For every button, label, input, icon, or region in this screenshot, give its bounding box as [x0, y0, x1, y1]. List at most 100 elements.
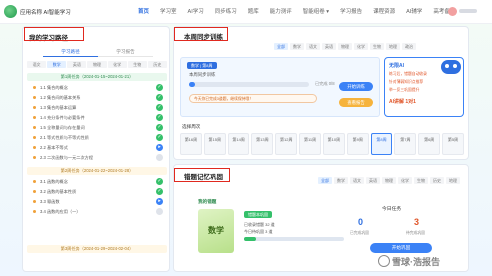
week-tab[interactable]: 第14周 — [227, 133, 250, 155]
avatar[interactable] — [448, 7, 457, 16]
list-item[interactable]: 1.4 充分条件与必要条件 ✓ — [27, 113, 167, 122]
week-tab-active[interactable]: 第8周 — [370, 133, 393, 155]
chip-subject[interactable]: 全部 — [318, 177, 332, 184]
watermark-text: 雪球·浩报告 — [392, 257, 440, 267]
week-tab[interactable]: 第16周 — [180, 133, 202, 155]
week-tab[interactable]: 第11周 — [299, 133, 321, 155]
list-item[interactable]: 1.5 全称量词与存在量词 ✓ — [27, 123, 167, 132]
chip-subject[interactable]: 物理 — [382, 177, 396, 184]
list-item[interactable]: 1.1 集合的概念 ✓ — [27, 83, 167, 92]
chip-subject[interactable]: 物理 — [338, 43, 352, 50]
week-tab[interactable]: 第13周 — [251, 133, 274, 155]
bullet-icon — [33, 190, 36, 193]
chip-subject[interactable]: 化学 — [354, 43, 368, 50]
list-item[interactable]: 2.3 二次函数与一元二次方程 — [27, 153, 167, 162]
weeks-label: 选择周次 — [182, 124, 201, 129]
chip-subject[interactable]: 化学 — [107, 61, 127, 68]
user-name-placeholder[interactable] — [459, 9, 477, 13]
watermark-icon — [378, 255, 390, 267]
week-tab[interactable]: 第10周 — [322, 133, 345, 155]
nav-ai-tutor[interactable]: AI辅学 — [406, 7, 422, 15]
chip-subject[interactable]: 生物 — [370, 43, 384, 50]
list-item[interactable]: 3.2 函数的基本性质 ✓ — [27, 187, 167, 196]
chip-subject[interactable]: 地理 — [386, 43, 400, 50]
pending-icon — [156, 154, 163, 161]
chip-subject[interactable]: 英语 — [67, 61, 87, 68]
app-name: 应用名称 AI智能学习 — [20, 9, 71, 16]
view-report-button[interactable]: 查看报告 — [339, 98, 373, 107]
list-item[interactable]: 3.3 幂函数 ▸ — [27, 197, 167, 206]
check-icon: ✓ — [156, 114, 163, 121]
chip-subject[interactable]: 数学 — [290, 43, 304, 50]
week-tab[interactable]: 第12周 — [275, 133, 298, 155]
nav-ai-study[interactable]: AI学习 — [188, 7, 204, 15]
week-tab[interactable]: 第9周 — [346, 133, 369, 155]
ai-promo-title: 无限AI — [389, 63, 405, 69]
pending-icon — [156, 208, 163, 215]
math-error-book[interactable]: 数学 — [198, 209, 234, 253]
highlight-box — [174, 168, 230, 182]
subject-week-badge: 数学 | 第8周 — [187, 62, 217, 69]
nav-paper-builder[interactable]: 智能组卷 ▾ — [303, 7, 329, 15]
chip-subject[interactable]: 英语 — [366, 177, 380, 184]
nav-assessment[interactable]: 能力测评 — [270, 7, 292, 15]
start-practice-button[interactable]: 开始训练 — [339, 82, 373, 91]
ai-promo-card[interactable]: 无限AI 练习后，错题自动收录 针对薄弱知识点推荐 举一反三巩固提升 AI讲解 … — [384, 57, 464, 117]
main-nav: 首页 学习室 AI学习 同步练习 题库 能力测评 智能组卷 ▾ 学习报告 课程资… — [138, 7, 455, 15]
start-review-button[interactable]: 开始巩固 — [370, 243, 432, 253]
ai-promo-line: 练习后，错题自动收录 — [389, 72, 427, 76]
learning-path-tabs: 学习路径 学习报告 — [43, 47, 153, 57]
nav-sync-practice[interactable]: 同步练习 — [215, 7, 237, 15]
list-item[interactable]: 3.4 函数的应用（一） — [27, 207, 167, 216]
list-item[interactable]: 2.2 基本不等式 ▸ — [27, 143, 167, 152]
chip-subject[interactable]: 英语 — [322, 43, 336, 50]
chip-subject[interactable]: 全部 — [274, 43, 288, 50]
nav-resources[interactable]: 课程资源 — [373, 7, 395, 15]
week-tab[interactable]: 第7周 — [394, 133, 417, 155]
chip-subject[interactable]: 历史 — [430, 177, 444, 184]
highlight-box — [24, 27, 84, 41]
check-icon: ✓ — [156, 124, 163, 131]
list-item[interactable]: 1.2 集合间的基本关系 ✓ — [27, 93, 167, 102]
week-header[interactable]: 第2周任务（2024-01-22~2024-01-28） — [27, 167, 167, 175]
pending-label: 待完成巩固 — [406, 231, 425, 235]
nav-study-room[interactable]: 学习室 — [160, 7, 177, 15]
chip-subject[interactable]: 数学 — [47, 61, 67, 68]
completed-count: 0 — [358, 217, 364, 227]
chip-subject[interactable]: 化学 — [398, 177, 412, 184]
review-subject-chips: 全部 数学 语文 英语 物理 化学 生物 历史 地理 — [318, 177, 460, 184]
error-count-text: 已收录错题 32 道 — [244, 222, 275, 227]
tab-learning-path[interactable]: 学习路径 — [43, 47, 98, 57]
week-header[interactable]: 第3周任务（2024-01-29~2024-02-04） — [27, 245, 167, 253]
bullet-icon — [33, 136, 36, 139]
bullet-icon — [33, 146, 36, 149]
chip-subject[interactable]: 物理 — [87, 61, 107, 68]
bullet-icon — [33, 180, 36, 183]
chip-subject[interactable]: 历史 — [147, 61, 167, 68]
nav-question-bank[interactable]: 题库 — [248, 7, 259, 15]
week-tab[interactable]: 第6周 — [418, 133, 441, 155]
list-item[interactable]: 2.1 等式性质与不等式性质 ✓ — [27, 133, 167, 142]
week-tab[interactable]: 第5周 — [442, 133, 464, 155]
chip-subject[interactable]: 生物 — [414, 177, 428, 184]
chip-subject[interactable]: 政治 — [402, 43, 416, 50]
week-tab[interactable]: 第15周 — [203, 133, 226, 155]
list-item[interactable]: 3.1 函数的概念 ✓ — [27, 177, 167, 186]
app-logo[interactable]: 应用名称 AI智能学习 — [4, 5, 71, 18]
list-item[interactable]: 1.3 集合的基本运算 ✓ — [27, 103, 167, 112]
chip-subject[interactable]: 语文 — [306, 43, 320, 50]
check-icon: ✓ — [156, 178, 163, 185]
chip-subject[interactable]: 语文 — [27, 61, 47, 68]
chip-subject[interactable]: 生物 — [127, 61, 147, 68]
nav-home[interactable]: 首页 — [138, 7, 149, 15]
ai-promo-line: 针对薄弱知识点推荐 — [389, 80, 424, 84]
chip-subject[interactable]: 地理 — [446, 177, 460, 184]
highlight-box — [174, 27, 228, 41]
chip-subject[interactable]: 数学 — [334, 177, 348, 184]
chip-subject[interactable]: 语文 — [350, 177, 364, 184]
nav-report[interactable]: 学习报告 — [340, 7, 362, 15]
tab-learning-report[interactable]: 学习报告 — [98, 47, 153, 57]
week-header[interactable]: 第1周任务（2024-01-15~2024-01-21） — [27, 73, 167, 81]
subject-chips: 语文 数学 英语 物理 化学 生物 历史 — [27, 61, 167, 68]
check-icon: ✓ — [156, 188, 163, 195]
